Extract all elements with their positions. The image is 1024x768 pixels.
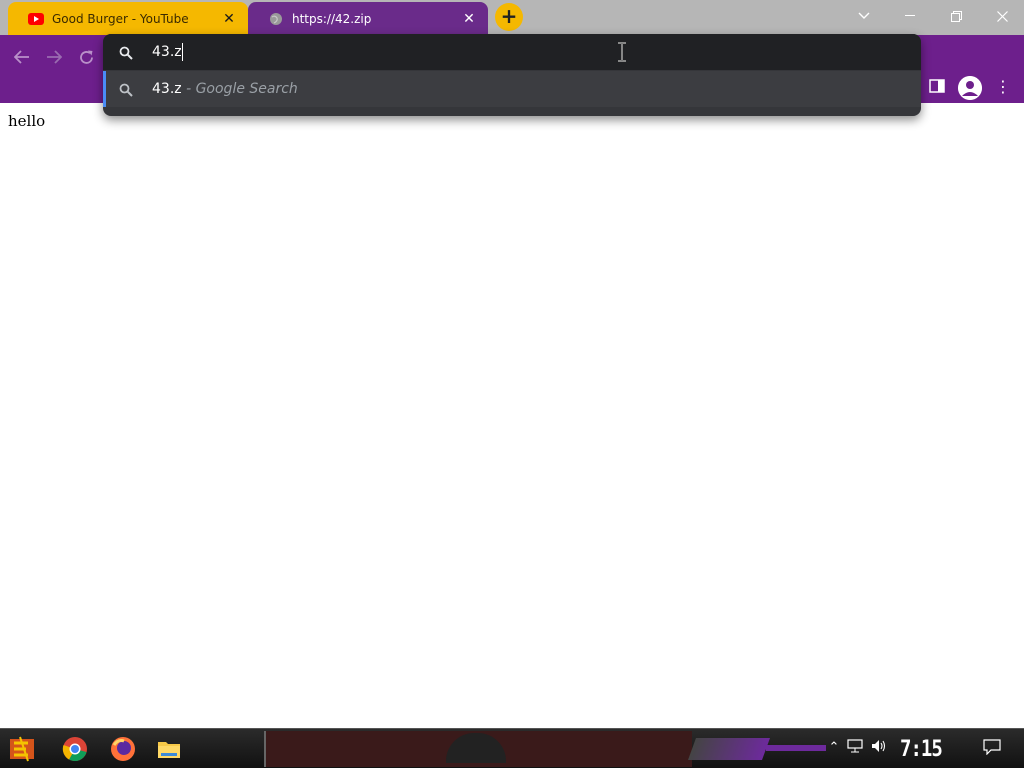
firefox-icon[interactable] [109,735,137,763]
reload-icon[interactable] [72,43,100,71]
taskbar-decoration [687,738,771,760]
address-input[interactable] [152,42,852,62]
tab-42-zip[interactable]: https://42.zip ✕ [248,2,488,35]
chrome-icon[interactable] [61,735,89,763]
close-window-icon[interactable] [979,0,1024,32]
restore-icon[interactable] [933,0,979,32]
side-panel-icon[interactable] [929,78,945,94]
tab-youtube[interactable]: Good Burger - YouTube ✕ [8,2,248,35]
window-preview [264,731,692,767]
new-tab-button[interactable]: + [495,3,523,31]
text-caret [182,43,183,61]
tab-strip: Good Burger - YouTube ✕ https://42.zip ✕… [0,0,1024,35]
network-icon[interactable] [846,739,864,757]
tab-title: https://42.zip [292,11,372,26]
tab-search-icon[interactable] [841,0,887,32]
notification-icon[interactable] [983,739,1001,756]
back-arrow-icon[interactable] [8,43,36,71]
address-bar[interactable] [103,34,921,70]
search-icon [119,45,133,60]
start-icon[interactable] [8,735,36,763]
page-body-text: hello [8,112,46,130]
tab-title: Good Burger - YouTube [52,11,189,26]
taskbar-clock[interactable]: 7:15 PM [900,731,962,768]
youtube-icon [28,11,44,27]
file-explorer-icon[interactable] [155,735,183,763]
suggestion-item[interactable]: 43.z - Google Search [103,71,921,107]
i-beam-cursor-icon [616,42,628,62]
search-icon [119,82,133,97]
suggestion-suffix: - Google Search [181,81,298,97]
globe-icon [268,11,284,27]
taskbar-stripe [766,745,826,751]
volume-icon[interactable] [870,739,888,757]
omnibox-dropdown: 43.z - Google Search [103,34,921,116]
forward-arrow-icon[interactable] [40,43,68,71]
more-options-icon[interactable]: ⋮ [994,75,1012,101]
close-tab-icon[interactable]: ✕ [460,11,478,27]
close-tab-icon[interactable]: ✕ [220,11,238,27]
suggestion-query: 43.z [152,81,182,97]
selection-indicator [103,71,106,107]
chevron-up-icon[interactable]: ⌃ [825,739,843,757]
suggestion-text: 43.z - Google Search [152,81,298,97]
minimize-icon[interactable] [887,0,933,32]
taskbar: ⌃ 7:15 PM [0,728,1024,768]
preview-thumbnail [446,733,506,763]
profile-avatar-icon[interactable] [958,76,982,100]
